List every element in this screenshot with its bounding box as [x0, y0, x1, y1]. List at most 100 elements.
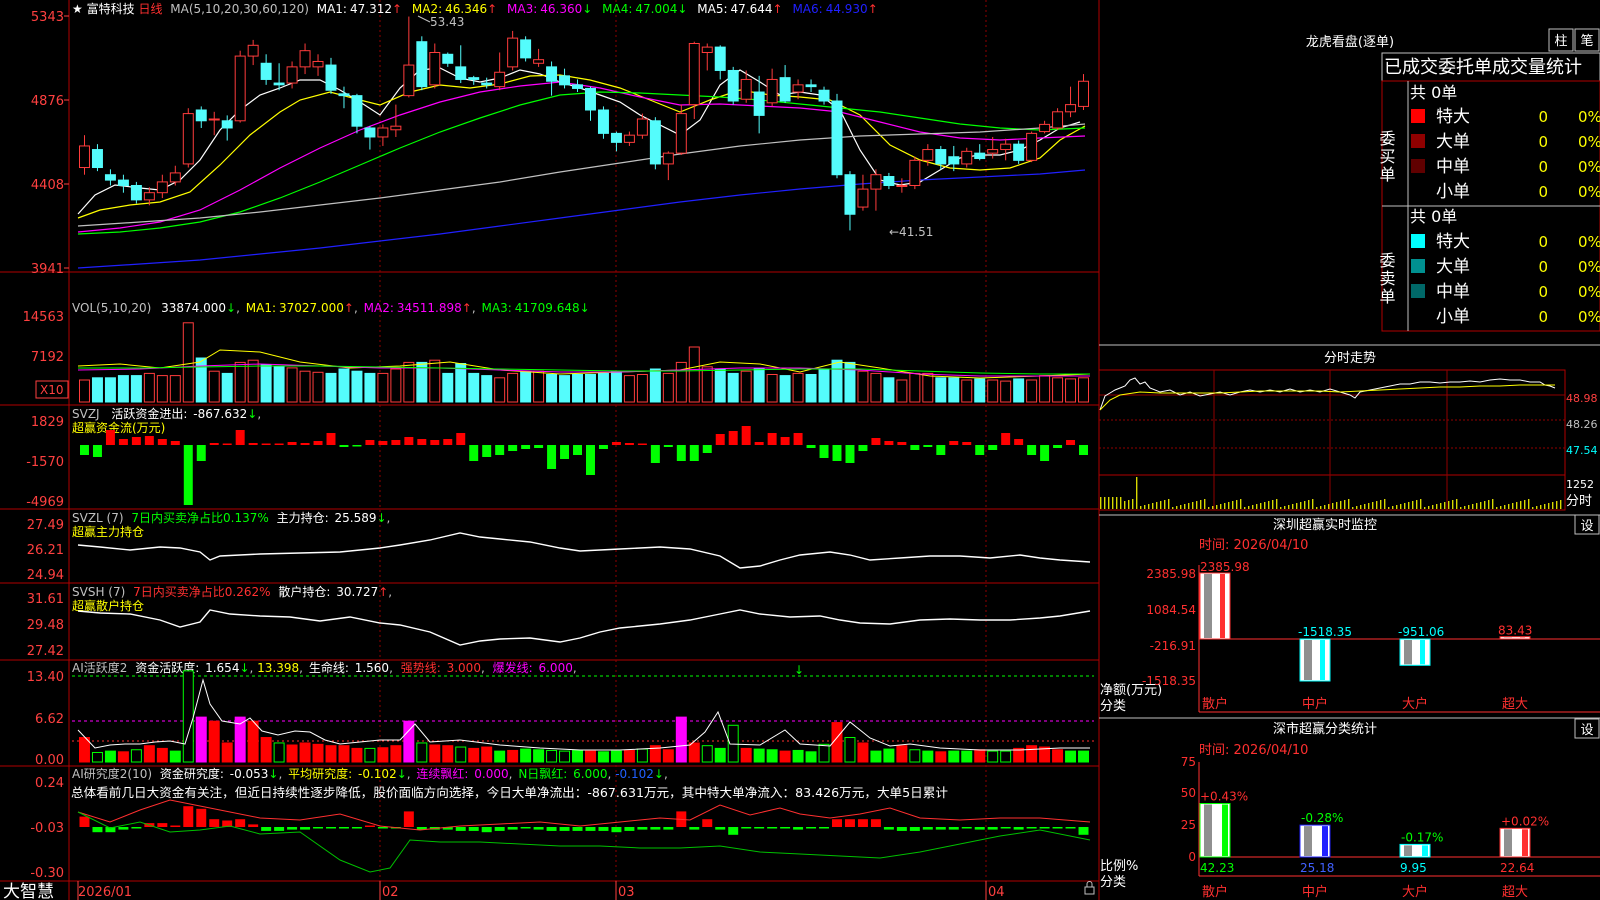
intraday-volume-bar: [1252, 505, 1254, 509]
ai-research-bar: [131, 827, 142, 829]
ai-active-bar: [182, 670, 194, 763]
ai-active-bar: [520, 748, 532, 763]
ai-research-bar: [196, 808, 207, 827]
brand-logo: 大智慧: [3, 882, 54, 900]
svg-text:设: 设: [1580, 723, 1593, 738]
volume-bar: [390, 368, 402, 403]
sz-classify-ratio: 42.23: [1200, 861, 1234, 875]
ai-active-bar: [364, 747, 376, 763]
intraday-volume-bar: [1392, 506, 1394, 509]
svzj-bar: [819, 445, 829, 458]
intraday-volume-bar: [1440, 503, 1442, 509]
chart-workspace[interactable]: ★ 富特科技 日线 MA(5,10,20,30,60,120) MA1: 47.3…: [0, 0, 1600, 900]
sz-bar-value: 83.43: [1498, 624, 1532, 638]
svzj-bar: [560, 445, 570, 459]
volume-bar: [377, 372, 389, 403]
intraday-volume-bar: [1428, 506, 1430, 509]
svzj-bar: [391, 440, 401, 445]
intraday-volume-bar: [1212, 506, 1214, 509]
order-color-swatch: [1411, 234, 1425, 248]
intraday-volume-bar: [1176, 506, 1178, 509]
svzj-bar: [871, 438, 881, 445]
svg-text:0.24: 0.24: [35, 776, 64, 791]
ai-active-bar: [896, 745, 908, 763]
ai-active-bar: [701, 745, 713, 763]
svzj-bar: [793, 433, 803, 445]
svzj-bar: [495, 445, 505, 455]
intraday-volume-bar: [1272, 500, 1274, 509]
svzj-bar: [365, 440, 375, 445]
intraday-volume-bar: [1420, 499, 1422, 509]
intraday-volume-bar: [1460, 507, 1462, 509]
volume-bar: [1078, 377, 1089, 403]
ai-active-bar: [377, 747, 389, 763]
ai-research-value2: -0.102: [358, 767, 397, 781]
svzl-header: SVZL (7) 7日内买卖净占比0.137% 主力持仓: 25.589↓,: [72, 510, 390, 525]
svzj-bar: [352, 445, 362, 447]
order-color-swatch: [1411, 309, 1425, 323]
ai-research-bar: [961, 827, 972, 829]
ai-active-bar: [1052, 749, 1064, 763]
buy-side-label: 委买单: [1377, 130, 1396, 184]
intraday-volume-bar: [1200, 500, 1202, 509]
ai-active-bar: [1000, 750, 1012, 763]
intraday-volume-bar: [1372, 502, 1374, 509]
volume-bar: [208, 370, 220, 403]
svzj-bar: [196, 445, 206, 461]
volume-bar: [753, 368, 765, 403]
volume-bar: [922, 372, 934, 403]
intraday-volume-bar: [1332, 503, 1334, 509]
sz-classify-settings-button[interactable]: 设: [1574, 718, 1600, 739]
volume-bar: [299, 370, 311, 403]
ai-active-bar: [662, 749, 674, 763]
sz-bar-value: 2385.98: [1200, 560, 1250, 574]
ai-active-value5: 6.000: [538, 661, 572, 675]
order-stats-tabs[interactable]: 已成交委托单成交量统计: [1384, 57, 1582, 78]
pen-mode-button[interactable]: 笔: [1574, 28, 1600, 52]
ma1-label: MA1:: [317, 2, 347, 16]
volume-bar: [805, 374, 817, 403]
ai-research-bar: [507, 827, 518, 830]
svzj-bar: [248, 443, 258, 445]
intraday-axis-label: 47.54: [1566, 444, 1598, 457]
svzj-bar: [845, 445, 855, 463]
svsh-pct: 0.262%: [225, 585, 271, 599]
intraday-volume-bar: [1444, 502, 1446, 509]
sz-classify-time: 时间: 2026/04/10: [1199, 743, 1308, 758]
intraday-vol-label: 分时: [1566, 494, 1592, 509]
volume-bar: [844, 361, 856, 403]
ai-active-bar: [1065, 750, 1077, 763]
intraday-volume-bar: [1308, 500, 1310, 509]
ai-research-bar: [883, 827, 894, 830]
ai-research-bar: [455, 827, 466, 831]
vol-ma3-value: 41709.648: [515, 301, 580, 315]
intraday-volume-bar: [1468, 505, 1470, 509]
volume-bar: [117, 375, 129, 403]
ai-active-bar: [961, 750, 973, 763]
ai-active-bar: [857, 742, 869, 763]
ma1-value: 47.312: [350, 2, 392, 16]
svg-text:-4969: -4969: [26, 495, 64, 510]
svsh-pct-label: 7日内买卖净占比: [133, 584, 225, 599]
intraday-volume-bar: [1464, 506, 1466, 509]
sz-monitor-settings-button[interactable]: 设: [1574, 514, 1600, 535]
svzl-hold-label: 主力持仓:: [277, 510, 329, 525]
ai-research-bar: [663, 827, 674, 830]
ai-active-bar: [792, 749, 804, 763]
volume-bar: [1013, 378, 1025, 403]
volume-bar: [1052, 377, 1064, 403]
ma5-label: MA5:: [697, 2, 727, 16]
svg-text:-0.30: -0.30: [30, 866, 64, 881]
intraday-volume-bar: [1536, 506, 1538, 509]
svzj-bar: [404, 437, 414, 445]
favorite-star-icon: ★: [72, 2, 83, 16]
order-row-count: 0: [1538, 158, 1548, 176]
intraday-volume-bar: [1324, 505, 1326, 509]
order-color-swatch: [1411, 159, 1425, 173]
volume-bar: [91, 377, 103, 403]
sz-classify-change: -0.28%: [1301, 811, 1343, 825]
volume-bar: [766, 374, 778, 403]
candle: [831, 93, 843, 179]
svzj-bar: [910, 445, 920, 450]
bar-mode-button[interactable]: 柱: [1548, 28, 1574, 52]
